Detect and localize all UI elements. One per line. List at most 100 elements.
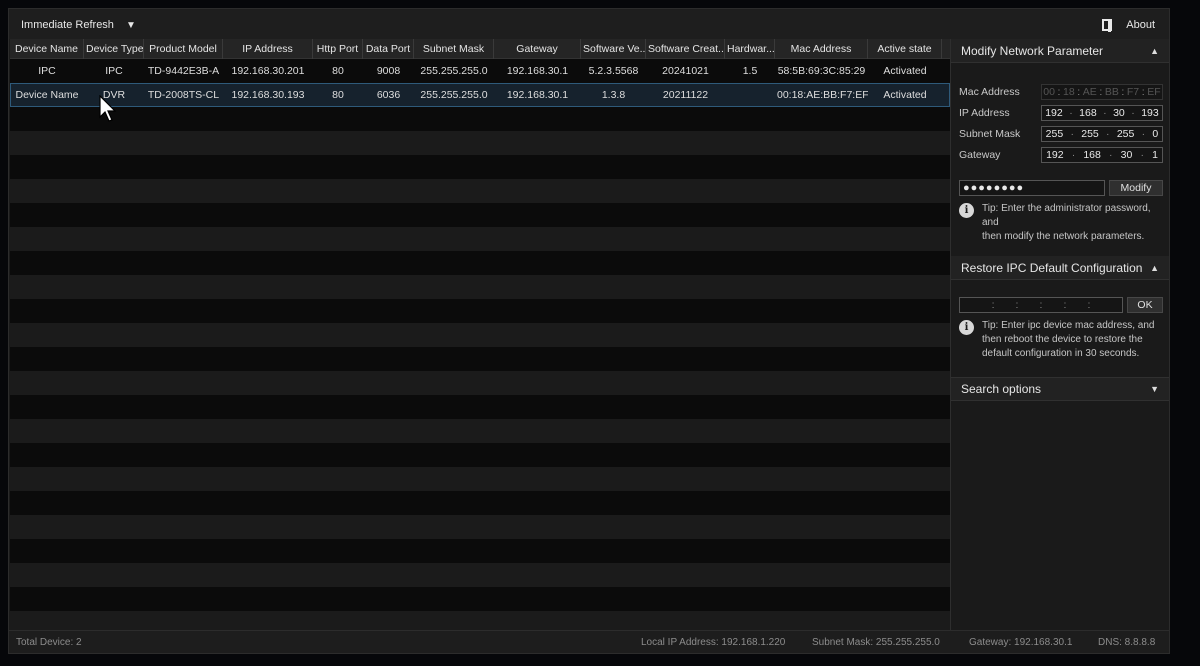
restore-tip: i Tip: Enter ipc device mac address, and… xyxy=(951,313,1169,361)
table-cell: 255.255.255.0 xyxy=(420,65,488,77)
dns-status: DNS: 8.8.8.8 xyxy=(1098,637,1156,648)
table-cell: 80 xyxy=(332,65,344,77)
tip-line: Tip: Enter ipc device mac address, and xyxy=(982,320,1155,331)
field-octet: AE xyxy=(1082,85,1097,98)
empty-row xyxy=(10,611,950,631)
field-octet: 1 xyxy=(1152,148,1158,161)
modify-network-header[interactable]: Modify Network Parameter ▲ xyxy=(951,39,1169,63)
refresh-label: Immediate Refresh xyxy=(21,19,114,31)
empty-row xyxy=(10,395,950,419)
column-header[interactable]: Active state xyxy=(868,39,942,59)
restore-config-title: Restore IPC Default Configuration xyxy=(961,260,1143,275)
field-octet: 0 xyxy=(1152,127,1159,140)
password-row: ●●●●●●●● Modify xyxy=(951,180,1169,196)
empty-row xyxy=(10,107,950,131)
column-header[interactable]: Software Ve... xyxy=(581,39,646,59)
table-cell: IPC xyxy=(38,65,56,77)
column-header[interactable]: IP Address xyxy=(223,39,313,59)
gateway-row: Gateway 192 · 168 · 30 · 1 xyxy=(951,144,1169,165)
empty-row xyxy=(10,227,950,251)
table-cell xyxy=(725,83,775,107)
tip-line: then reboot the device to restore the xyxy=(982,334,1143,345)
empty-row xyxy=(10,131,950,155)
search-options-header[interactable]: Search options ▼ xyxy=(951,377,1169,401)
empty-row xyxy=(10,419,950,443)
table-header: Device Name Device Type Product Model IP Ad… xyxy=(10,39,950,59)
gateway-field[interactable]: 192 · 168 · 30 · 1 xyxy=(1041,146,1163,163)
modify-tip: i Tip: Enter the administrator password,… xyxy=(951,196,1169,244)
empty-row xyxy=(10,563,950,587)
column-header[interactable]: Mac Address xyxy=(775,39,868,59)
ip-address-label: IP Address xyxy=(959,106,1010,119)
column-header[interactable]: Product Model xyxy=(144,39,223,59)
table-cell: IPC xyxy=(105,65,123,77)
empty-row xyxy=(10,443,950,467)
column-header[interactable]: Software Creat... xyxy=(646,39,725,59)
table-cell: TD-9442E3B-A xyxy=(147,65,220,77)
empty-row xyxy=(10,491,950,515)
info-icon: i xyxy=(959,203,974,218)
column-header[interactable]: Device Type xyxy=(84,39,144,59)
table-cell: 255.255.255.0 xyxy=(420,89,488,101)
side-panel: Modify Network Parameter ▲ Mac Address 0… xyxy=(950,39,1169,631)
empty-row xyxy=(10,347,950,371)
table-cell: Activated xyxy=(883,89,927,101)
collapse-up-icon[interactable]: ▲ xyxy=(1150,46,1159,56)
tip-line: then modify the network parameters. xyxy=(982,231,1145,242)
empty-row xyxy=(10,203,950,227)
column-header[interactable]: Gateway xyxy=(494,39,581,59)
tip-line: default configuration in 30 seconds. xyxy=(982,348,1140,359)
empty-row xyxy=(10,179,950,203)
expand-down-icon[interactable]: ▼ xyxy=(1150,384,1159,394)
ip-address-row: IP Address 192 · 168 · 30 · 193 xyxy=(951,102,1169,123)
empty-row xyxy=(10,467,950,491)
separator: · xyxy=(1069,106,1073,119)
table-cell: 6036 xyxy=(376,89,401,101)
ip-address-field[interactable]: 192 · 168 · 30 · 193 xyxy=(1041,104,1163,121)
password-input[interactable]: ●●●●●●●● xyxy=(959,180,1105,196)
separator: : xyxy=(1057,85,1061,98)
column-header[interactable]: Subnet Mask xyxy=(414,39,494,59)
gateway-label: Gateway xyxy=(959,148,1001,161)
table-body: IPC IPC TD-9442E3B-A 192.168.30.201 80 9008 25… xyxy=(10,59,950,631)
field-octet: 30 xyxy=(1120,148,1133,161)
column-header[interactable]: Hardwar... xyxy=(725,39,775,59)
modify-button[interactable]: Modify xyxy=(1109,180,1163,196)
table-cell: 192.168.30.201 xyxy=(231,65,305,77)
restore-mac-input[interactable]: ::::: xyxy=(959,297,1123,313)
table-cell: DVR xyxy=(102,89,126,101)
table-cell: 192.168.30.193 xyxy=(231,89,305,101)
table-row[interactable]: Device Name DVR TD-2008TS-CL 192.168.30.193… xyxy=(10,83,950,107)
about-button[interactable]: About xyxy=(1102,16,1155,34)
app-window: Immediate Refresh ▼ About Device Name Dev… xyxy=(8,8,1170,654)
table-cell: 58:5B:69:3C:85:29 xyxy=(777,65,866,77)
field-octet: BB xyxy=(1104,85,1119,98)
table-cell: 5.2.3.5568 xyxy=(588,65,639,77)
separator: : xyxy=(1099,85,1103,98)
column-header[interactable]: Device Name xyxy=(10,39,84,59)
modify-network-title: Modify Network Parameter xyxy=(961,43,1104,58)
search-options-title: Search options xyxy=(961,382,1042,396)
table-cell: 00:18:AE:BB:F7:EF xyxy=(777,89,868,101)
separator: · xyxy=(1103,106,1107,119)
table-row[interactable]: IPC IPC TD-9442E3B-A 192.168.30.201 80 9008 25… xyxy=(10,59,950,83)
table-cell: Activated xyxy=(883,65,927,77)
immediate-refresh-button[interactable]: Immediate Refresh ▼ xyxy=(21,16,136,34)
field-octet: F7 xyxy=(1126,85,1140,98)
column-header[interactable]: Http Port xyxy=(313,39,363,59)
separator: : xyxy=(1121,85,1125,98)
collapse-up-icon[interactable]: ▲ xyxy=(1150,263,1159,273)
field-octet: 192 xyxy=(1045,106,1063,119)
empty-row xyxy=(10,275,950,299)
caret-down-icon[interactable]: ▼ xyxy=(126,20,136,31)
ok-button[interactable]: OK xyxy=(1127,297,1163,313)
table-cell: 192.168.30.1 xyxy=(506,89,569,101)
column-header[interactable]: Data Port xyxy=(363,39,414,59)
subnet-mask-field[interactable]: 255 · 255 · 255 · 0 xyxy=(1041,125,1163,142)
field-octet: 193 xyxy=(1141,106,1159,119)
restore-config-header[interactable]: Restore IPC Default Configuration ▲ xyxy=(951,256,1169,280)
separator: · xyxy=(1071,148,1076,161)
field-octet: 192 xyxy=(1046,148,1064,161)
empty-row xyxy=(10,251,950,275)
subnet-mask-status: Subnet Mask: 255.255.255.0 xyxy=(812,637,940,648)
